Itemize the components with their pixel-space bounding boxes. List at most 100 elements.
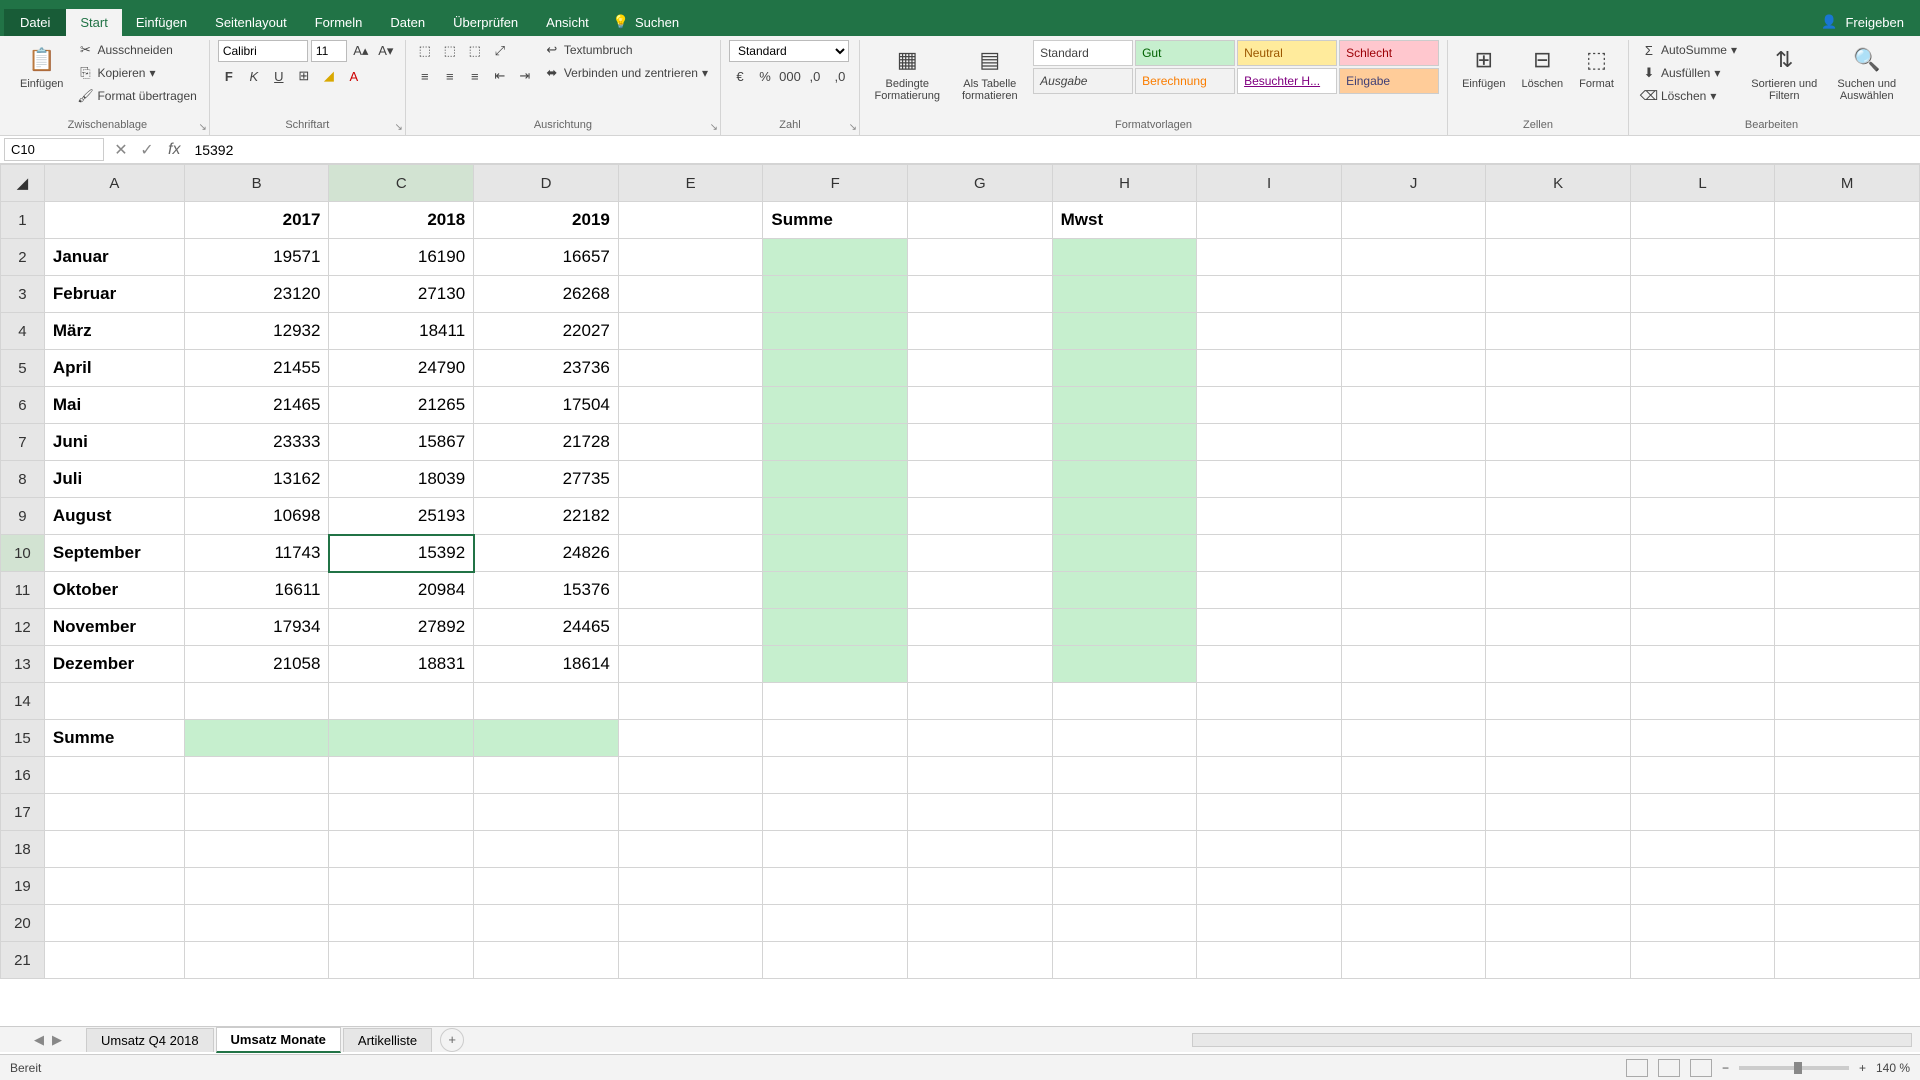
cell-F5[interactable]: [763, 350, 908, 387]
cell-C21[interactable]: [329, 942, 474, 979]
cell-M7[interactable]: [1775, 424, 1920, 461]
cell-G8[interactable]: [908, 461, 1053, 498]
cell-B11[interactable]: 16611: [184, 572, 329, 609]
cell-J2[interactable]: [1341, 239, 1486, 276]
cell-I2[interactable]: [1197, 239, 1342, 276]
cell-I6[interactable]: [1197, 387, 1342, 424]
cell-M9[interactable]: [1775, 498, 1920, 535]
select-all-corner[interactable]: ◢: [1, 165, 45, 202]
cell-M3[interactable]: [1775, 276, 1920, 313]
cell-K16[interactable]: [1486, 757, 1631, 794]
style-schlecht[interactable]: Schlecht: [1339, 40, 1439, 66]
cell-A17[interactable]: [44, 794, 184, 831]
thousands-button[interactable]: 000: [779, 65, 801, 87]
cell-K4[interactable]: [1486, 313, 1631, 350]
dialog-launcher-icon[interactable]: ↘: [198, 122, 206, 133]
cell-E10[interactable]: [618, 535, 763, 572]
cell-C20[interactable]: [329, 905, 474, 942]
cell-G21[interactable]: [908, 942, 1053, 979]
cell-M16[interactable]: [1775, 757, 1920, 794]
row-header-11[interactable]: 11: [1, 572, 45, 609]
style-neutral[interactable]: Neutral: [1237, 40, 1337, 66]
cell-H14[interactable]: [1052, 683, 1197, 720]
cell-A4[interactable]: März: [44, 313, 184, 350]
align-left-button[interactable]: ≡: [414, 65, 436, 87]
cell-B14[interactable]: [184, 683, 329, 720]
italic-button[interactable]: K: [243, 65, 265, 87]
cell-I10[interactable]: [1197, 535, 1342, 572]
cell-B2[interactable]: 19571: [184, 239, 329, 276]
cell-C1[interactable]: 2018: [329, 202, 474, 239]
cell-E11[interactable]: [618, 572, 763, 609]
cell-C12[interactable]: 27892: [329, 609, 474, 646]
view-pagelayout-button[interactable]: [1658, 1059, 1680, 1077]
cell-B3[interactable]: 23120: [184, 276, 329, 313]
tab-seitenlayout[interactable]: Seitenlayout: [201, 9, 301, 36]
cell-D16[interactable]: [474, 757, 619, 794]
cell-B4[interactable]: 12932: [184, 313, 329, 350]
cell-H19[interactable]: [1052, 868, 1197, 905]
cell-H17[interactable]: [1052, 794, 1197, 831]
cell-B12[interactable]: 17934: [184, 609, 329, 646]
decrease-decimal-button[interactable]: ,0: [829, 65, 851, 87]
cell-F3[interactable]: [763, 276, 908, 313]
style-gut[interactable]: Gut: [1135, 40, 1235, 66]
cell-D11[interactable]: 15376: [474, 572, 619, 609]
cell-I17[interactable]: [1197, 794, 1342, 831]
cell-G18[interactable]: [908, 831, 1053, 868]
column-header-K[interactable]: K: [1486, 165, 1631, 202]
cell-J12[interactable]: [1341, 609, 1486, 646]
cell-A11[interactable]: Oktober: [44, 572, 184, 609]
cell-M19[interactable]: [1775, 868, 1920, 905]
cell-F8[interactable]: [763, 461, 908, 498]
name-box[interactable]: [4, 138, 104, 161]
cell-G11[interactable]: [908, 572, 1053, 609]
cell-K12[interactable]: [1486, 609, 1631, 646]
cell-E5[interactable]: [618, 350, 763, 387]
cell-D3[interactable]: 26268: [474, 276, 619, 313]
cell-M4[interactable]: [1775, 313, 1920, 350]
cell-K7[interactable]: [1486, 424, 1631, 461]
format-as-table-button[interactable]: ▤Als Tabelle formatieren: [951, 40, 1030, 106]
row-header-10[interactable]: 10: [1, 535, 45, 572]
cell-J14[interactable]: [1341, 683, 1486, 720]
cell-C4[interactable]: 18411: [329, 313, 474, 350]
cell-G7[interactable]: [908, 424, 1053, 461]
cell-C6[interactable]: 21265: [329, 387, 474, 424]
cell-J17[interactable]: [1341, 794, 1486, 831]
cell-G15[interactable]: [908, 720, 1053, 757]
cell-F14[interactable]: [763, 683, 908, 720]
cell-K17[interactable]: [1486, 794, 1631, 831]
ribbon-search[interactable]: 💡 Suchen: [613, 14, 679, 30]
cell-K6[interactable]: [1486, 387, 1631, 424]
cell-G9[interactable]: [908, 498, 1053, 535]
find-select-button[interactable]: 🔍Suchen und Auswählen: [1828, 40, 1906, 106]
font-size-input[interactable]: [311, 40, 347, 62]
dialog-launcher-icon[interactable]: ↘: [710, 122, 718, 133]
horizontal-scrollbar[interactable]: [1192, 1033, 1912, 1047]
cell-M17[interactable]: [1775, 794, 1920, 831]
cell-K10[interactable]: [1486, 535, 1631, 572]
cell-K3[interactable]: [1486, 276, 1631, 313]
cell-H8[interactable]: [1052, 461, 1197, 498]
cell-I15[interactable]: [1197, 720, 1342, 757]
cell-C2[interactable]: 16190: [329, 239, 474, 276]
zoom-level[interactable]: 140 %: [1876, 1061, 1910, 1075]
row-header-17[interactable]: 17: [1, 794, 45, 831]
cell-L1[interactable]: [1630, 202, 1775, 239]
cell-L6[interactable]: [1630, 387, 1775, 424]
increase-font-button[interactable]: A▴: [350, 40, 372, 62]
cell-J9[interactable]: [1341, 498, 1486, 535]
cell-E21[interactable]: [618, 942, 763, 979]
cell-K18[interactable]: [1486, 831, 1631, 868]
cell-D2[interactable]: 16657: [474, 239, 619, 276]
cell-F13[interactable]: [763, 646, 908, 683]
cell-K1[interactable]: [1486, 202, 1631, 239]
cut-button[interactable]: ✂Ausschneiden: [73, 40, 200, 60]
cell-B8[interactable]: 13162: [184, 461, 329, 498]
tab-datei[interactable]: Datei: [4, 9, 66, 36]
row-header-8[interactable]: 8: [1, 461, 45, 498]
column-header-G[interactable]: G: [908, 165, 1053, 202]
cell-H9[interactable]: [1052, 498, 1197, 535]
cell-A3[interactable]: Februar: [44, 276, 184, 313]
